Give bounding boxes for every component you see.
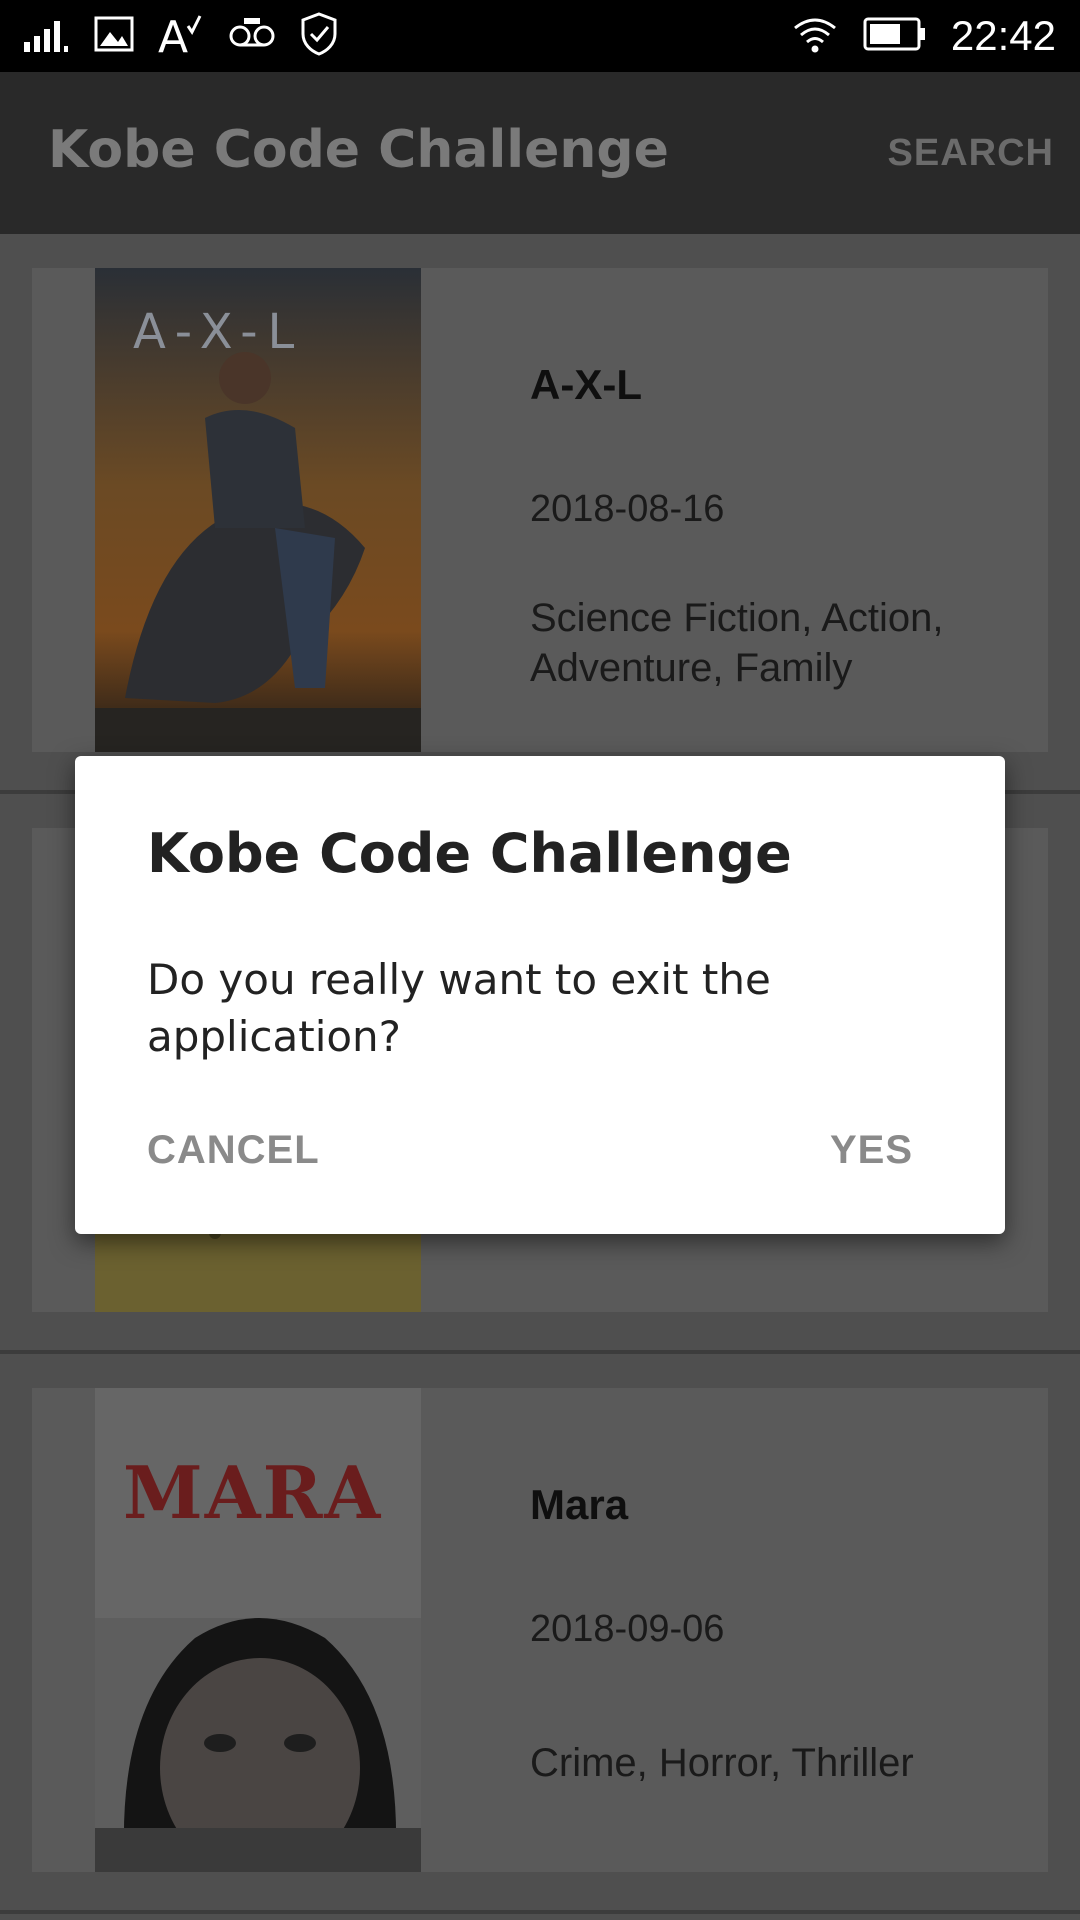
poster-title-text: MARA: [123, 1450, 382, 1535]
movie-genres: Science Fiction, Action, Adventure, Fami…: [530, 596, 944, 690]
dialog-message: Do you really want to exit the applicati…: [147, 955, 771, 1061]
yes-button[interactable]: YES: [830, 1128, 913, 1173]
wifi-icon: [791, 14, 839, 58]
voicemail-icon: [228, 18, 276, 54]
cancel-button[interactable]: CANCEL: [147, 1128, 320, 1173]
image-icon: [94, 16, 134, 56]
movie-card[interactable]: MARA Mara 2018-09-06 Crime, Horror, Thri…: [32, 1388, 1048, 1872]
exit-confirm-dialog: Kobe Code Challenge Do you really want t…: [75, 756, 1005, 1234]
status-time: 22:42: [950, 12, 1056, 59]
battery-icon: [863, 17, 927, 55]
dialog-title: Kobe Code Challenge: [147, 822, 792, 885]
movie-release-date: 2018-09-06: [530, 1608, 725, 1650]
app-bar: Kobe Code Challenge SEARCH: [0, 72, 1080, 234]
movie-poster: MARA: [95, 1388, 421, 1872]
list-divider: [0, 1910, 1080, 1914]
movie-poster: A-X-L: [95, 268, 421, 752]
status-bar-left: A: [24, 12, 338, 63]
signal-icon: [24, 16, 70, 56]
movie-release-date: 2018-08-16: [530, 488, 725, 530]
movie-genres: Crime, Horror, Thriller: [530, 1741, 914, 1785]
app-title: Kobe Code Challenge: [48, 120, 669, 180]
movie-title: A-X-L: [530, 361, 642, 408]
svg-text:A: A: [158, 12, 188, 56]
movie-title: Mara: [530, 1481, 629, 1528]
status-bar-right: 22:42: [791, 12, 1056, 60]
shield-check-icon: [300, 12, 338, 60]
spellcheck-icon: A: [158, 12, 204, 63]
poster-title-text: A-X-L: [133, 304, 304, 360]
search-button[interactable]: SEARCH: [888, 132, 1054, 175]
movie-card[interactable]: A-X-L A-X-L 2018-08-16 Science Fiction, …: [32, 268, 1048, 752]
status-bar: A 22:42: [0, 0, 1080, 72]
list-divider: [0, 1350, 1080, 1354]
